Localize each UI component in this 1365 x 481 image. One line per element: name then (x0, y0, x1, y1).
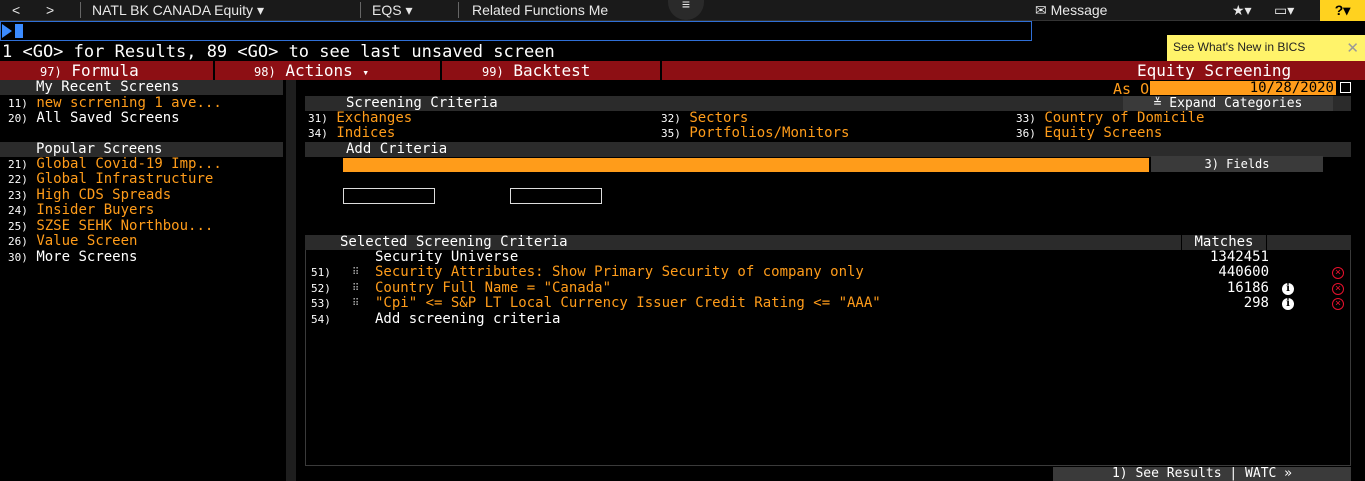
delete-icon[interactable]: × (1332, 298, 1344, 310)
criteria-label[interactable]: Country Full Name = "Canada" (375, 281, 611, 296)
chevron-down-icon: ▾ (405, 2, 413, 18)
drag-handle-icon[interactable]: ⠿ (352, 296, 359, 311)
match-count: 298 (1243, 295, 1269, 311)
filter-box-2[interactable] (510, 188, 602, 204)
text-cursor (15, 24, 23, 38)
as-of-date-field[interactable]: 10/28/2020 (1150, 81, 1336, 95)
favorites-icon[interactable]: ★▾ (1232, 2, 1252, 19)
fields-button[interactable]: 3) Fields (1151, 156, 1323, 172)
expand-categories-button[interactable]: ≚ Expand Categories (1123, 96, 1333, 111)
table-row[interactable]: 53) ⠿ "Cpi" <= S&P LT Local Currency Iss… (305, 296, 1351, 311)
message-button[interactable]: ✉ Message (1035, 2, 1107, 19)
back-button[interactable]: < (12, 2, 20, 18)
left-panel: My Recent Screens 11) new scrrening 1 av… (0, 80, 286, 481)
popular-screen-item[interactable]: 25) SZSE SEHK Northbou... (8, 219, 213, 234)
info-icon[interactable]: i (1282, 283, 1294, 295)
criteria-country-of-domicile[interactable]: 33) Country of Domicile (1016, 111, 1204, 126)
actions-menu[interactable]: 98) Actions ▾ (254, 61, 369, 80)
table-row[interactable]: 51) ⠿ Security Attributes: Show Primary … (305, 265, 1351, 280)
criteria-label[interactable]: "Cpi" <= S&P LT Local Currency Issuer Cr… (375, 296, 881, 311)
function-selector[interactable]: EQS ▾ (372, 2, 413, 19)
criteria-indices[interactable]: 34) Indices (308, 126, 395, 141)
more-screens-link[interactable]: 30) More Screens (8, 250, 137, 265)
delete-icon[interactable]: × (1332, 267, 1344, 279)
delete-icon[interactable]: × (1332, 283, 1344, 295)
popular-screen-item[interactable]: 21) Global Covid-19 Imp... (8, 157, 222, 172)
criteria-equity-screens[interactable]: 36) Equity Screens (1016, 126, 1162, 141)
popular-screens-header: Popular Screens (0, 142, 283, 157)
top-toolbar: < > NATL BK CANADA Equity ▾ EQS ▾ Relate… (0, 0, 1365, 21)
menu-bar: 97) Formula 98) Actions ▾ 99) Backtest E… (0, 61, 1365, 80)
chevron-down-icon: ▾ (362, 66, 370, 79)
security-universe-label: Security Universe (375, 249, 519, 265)
recent-screen-item[interactable]: 11) new scrrening 1 ave... (8, 96, 222, 111)
backtest-menu[interactable]: 99) Backtest (482, 61, 590, 80)
envelope-icon: ✉ (1035, 2, 1047, 18)
selected-criteria-column-header: Selected Screening Criteria (340, 234, 568, 250)
whats-new-text[interactable]: See What's New in BICS (1173, 40, 1305, 54)
criteria-label[interactable]: Security Attributes: Show Primary Securi… (375, 265, 864, 280)
table-header: Selected Screening Criteria Matches (305, 235, 1351, 250)
drag-handle-icon[interactable]: ⠿ (352, 281, 359, 296)
table-row[interactable]: 52) ⠿ Country Full Name = "Canada" 16186… (305, 281, 1351, 296)
criteria-sectors[interactable]: 32) Sectors (661, 111, 748, 126)
see-results-button[interactable]: 1) See Results | WATC » (1053, 467, 1351, 481)
match-count: 440600 (1218, 264, 1269, 280)
formula-menu[interactable]: 97) Formula (40, 61, 139, 80)
help-icon[interactable]: ?▾ (1320, 0, 1365, 21)
panel-splitter[interactable] (286, 80, 296, 481)
table-row: Security Universe 1342451 (305, 250, 1351, 265)
security-selector[interactable]: NATL BK CANADA Equity ▾ (92, 2, 264, 19)
add-criteria-header: Add Criteria (305, 142, 1351, 157)
close-icon[interactable]: ✕ (1346, 39, 1359, 57)
command-line-input[interactable] (0, 21, 1032, 41)
command-hint: 1 <GO> for Results, 89 <GO> to see last … (2, 42, 555, 62)
forward-button[interactable]: > (46, 2, 54, 18)
row-number: 54) (311, 313, 331, 326)
popular-screen-item[interactable]: 22) Global Infrastructure (8, 172, 213, 187)
table-row[interactable]: 54) Add screening criteria (305, 312, 1351, 327)
row-number: 52) (311, 282, 331, 295)
recent-screens-header: My Recent Screens (0, 80, 283, 95)
match-count: 16186 (1226, 280, 1269, 296)
matches-column-header: Matches (1181, 235, 1267, 250)
chevron-down-icon: ▾ (256, 2, 264, 18)
drag-handle-icon[interactable]: ⠿ (352, 265, 359, 280)
criteria-exchanges[interactable]: 31) Exchanges (308, 111, 412, 126)
info-icon[interactable]: i (1282, 298, 1294, 310)
hamburger-menu-icon[interactable]: ≡ (668, 0, 704, 20)
match-count: 1342451 (1209, 249, 1269, 265)
related-functions-menu[interactable]: Related Functions Me (472, 2, 608, 18)
whats-new-tooltip[interactable]: See What's New in BICS ✕ (1167, 35, 1365, 61)
command-cursor-icon (2, 24, 12, 38)
add-screening-criteria-link[interactable]: Add screening criteria (375, 312, 560, 327)
popular-screen-item[interactable]: 23) High CDS Spreads (8, 188, 171, 203)
popular-screen-item[interactable]: 26) Value Screen (8, 234, 137, 249)
row-number: 53) (311, 297, 331, 310)
criteria-portfolios-monitors[interactable]: 35) Portfolios/Monitors (661, 126, 849, 141)
window-icon[interactable]: ▭▾ (1274, 2, 1294, 19)
filter-box-1[interactable] (343, 188, 435, 204)
row-number: 51) (311, 266, 331, 279)
add-criteria-input[interactable] (343, 158, 1149, 172)
calendar-icon[interactable] (1340, 82, 1351, 93)
page-title: Equity Screening (1137, 61, 1292, 80)
popular-screen-item[interactable]: 24) Insider Buyers (8, 203, 154, 218)
all-saved-screens-link[interactable]: 20) All Saved Screens (8, 111, 180, 126)
